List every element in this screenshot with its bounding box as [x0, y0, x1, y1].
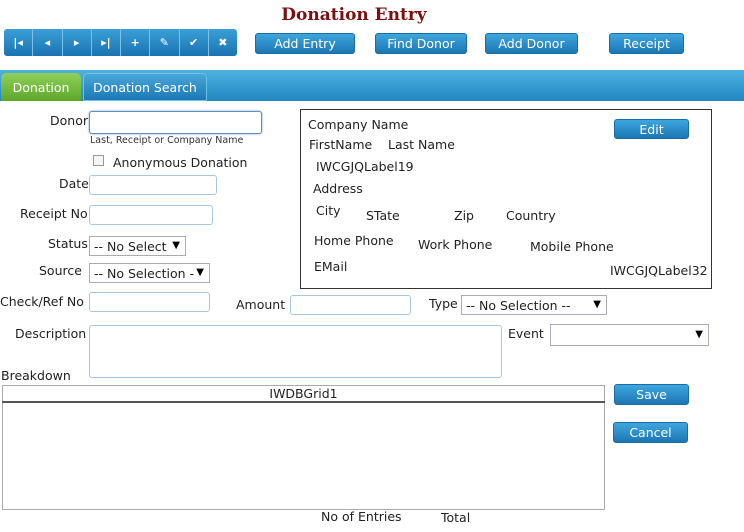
breakdown-label: Breakdown	[1, 368, 71, 383]
edit-record-icon[interactable]: ✎	[150, 29, 180, 56]
page-title: Donation Entry	[281, 5, 427, 25]
chevron-down-icon: ▼	[196, 267, 204, 278]
label19: IWCGJQLabel19	[316, 159, 414, 174]
last-record-icon[interactable]: ▸|	[92, 29, 121, 56]
zip-label: Zip	[454, 208, 474, 223]
anonymous-label: Anonymous Donation	[113, 155, 248, 170]
previous-record-icon[interactable]: ◂	[33, 29, 63, 56]
chevron-down-icon: ▼	[695, 329, 703, 340]
type-select[interactable]: -- No Selection -- ▼	[461, 295, 607, 315]
first-record-icon[interactable]: |◂	[4, 29, 34, 56]
first-name-label: FirstName	[309, 137, 373, 152]
status-select[interactable]: -- No Select ▼	[89, 236, 186, 256]
country-label: Country	[506, 208, 556, 223]
type-select-value: -- No Selection --	[466, 297, 571, 313]
source-label: Source	[39, 263, 82, 278]
type-label: Type	[429, 296, 458, 311]
source-select[interactable]: -- No Selection - ▼	[89, 263, 210, 283]
add-record-icon[interactable]: +	[121, 29, 151, 56]
grid-header: IWDBGrid1	[2, 385, 605, 403]
cancel-button[interactable]: Cancel	[613, 422, 688, 443]
confirm-record-icon[interactable]: ✔	[180, 29, 209, 56]
receipt-no-input[interactable]	[89, 205, 213, 225]
check-ref-label: Check/Ref No	[0, 294, 84, 309]
chevron-down-icon: ▼	[172, 240, 180, 251]
donor-label: Donor	[50, 113, 88, 128]
work-phone-label: Work Phone	[418, 237, 493, 252]
email-label: EMail	[314, 259, 348, 274]
description-textarea[interactable]	[89, 325, 502, 378]
mobile-phone-label: Mobile Phone	[530, 239, 614, 254]
status-label: Status	[48, 236, 88, 251]
add-entry-button[interactable]: Add Entry	[255, 33, 355, 54]
city-label: City	[316, 203, 341, 218]
donor-input[interactable]	[89, 111, 262, 134]
receipt-no-label: Receipt No	[20, 206, 88, 221]
next-record-icon[interactable]: ▸	[63, 29, 92, 56]
last-name-label: Last Name	[388, 137, 455, 152]
tab-donation-search[interactable]: Donation Search	[83, 73, 207, 101]
amount-input[interactable]	[290, 295, 411, 315]
find-donor-button[interactable]: Find Donor	[375, 33, 467, 54]
company-name-label: Company Name	[308, 117, 409, 132]
source-select-value: -- No Selection -	[94, 265, 195, 281]
event-select[interactable]: ▼	[550, 324, 709, 346]
date-label: Date	[59, 176, 89, 191]
cancel-record-icon[interactable]: ✖	[209, 29, 237, 56]
state-label: STate	[366, 208, 400, 223]
home-phone-label: Home Phone	[314, 233, 394, 248]
status-select-value: -- No Select	[94, 238, 167, 254]
event-label: Event	[508, 326, 544, 341]
address-label: Address	[313, 181, 363, 196]
save-button[interactable]: Save	[614, 384, 689, 405]
check-ref-input[interactable]	[89, 292, 210, 312]
receipt-button[interactable]: Receipt	[609, 33, 684, 54]
tab-donation[interactable]: Donation	[1, 73, 81, 101]
donor-hint: Last, Receipt or Company Name	[90, 135, 244, 146]
edit-donor-button[interactable]: Edit	[614, 119, 689, 139]
label32: IWCGJQLabel32	[610, 263, 708, 278]
anonymous-checkbox[interactable]	[93, 155, 104, 166]
date-input[interactable]	[89, 175, 217, 195]
record-navigation-bar: |◂ ◂ ▸ ▸| + ✎ ✔ ✖	[4, 29, 237, 56]
breakdown-grid	[2, 385, 605, 510]
chevron-down-icon: ▼	[593, 299, 601, 310]
total-label: Total	[441, 510, 471, 525]
description-label: Description	[15, 326, 87, 341]
add-donor-button[interactable]: Add Donor	[485, 33, 578, 54]
no-of-entries-label: No of Entries	[321, 509, 402, 524]
amount-label: Amount	[236, 297, 286, 312]
